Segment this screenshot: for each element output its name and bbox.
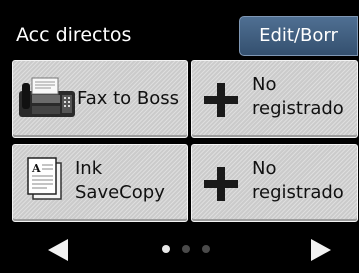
shortcut-label: No registrado [252, 73, 344, 121]
shortcut-label-line1: No [252, 74, 277, 95]
shortcut-label: Ink SaveCopy [75, 157, 165, 205]
shortcut-ink-savecopy[interactable]: A Ink SaveCopy [12, 144, 188, 222]
page-dot [202, 245, 210, 253]
page-indicator [162, 245, 218, 255]
shortcut-label-line1: Ink [75, 158, 103, 179]
page-dot-active [162, 245, 170, 253]
left-arrow-icon[interactable] [46, 238, 70, 266]
shortcut-label: No registrado [252, 157, 344, 205]
shortcut-label-line2: registrado [252, 182, 344, 203]
edit-delete-button[interactable]: Edit/Borr [239, 16, 358, 56]
shortcut-label-line2: registrado [252, 98, 344, 119]
page-dot [182, 245, 190, 253]
shortcut-empty-1[interactable]: No registrado [191, 60, 358, 138]
shortcut-label-line2: SaveCopy [75, 182, 165, 203]
shortcut-empty-2[interactable]: No registrado [191, 144, 358, 222]
plus-icon [204, 83, 238, 121]
right-arrow-icon[interactable] [309, 238, 333, 266]
pagination-bar [0, 225, 359, 273]
shortcuts-screen: Acc directos Edit/Borr Fax to Boss No re… [0, 0, 359, 273]
shortcut-label: Fax to Boss [77, 88, 180, 109]
fax-machine-icon [18, 77, 76, 123]
svg-text:A: A [31, 162, 41, 175]
page-title: Acc directos [16, 24, 132, 46]
shortcut-fax-to-boss[interactable]: Fax to Boss [12, 60, 188, 138]
header-bar: Acc directos Edit/Borr [0, 0, 359, 58]
plus-icon [204, 167, 238, 205]
document-icon: A [27, 157, 63, 205]
shortcut-label-line1: No [252, 158, 277, 179]
